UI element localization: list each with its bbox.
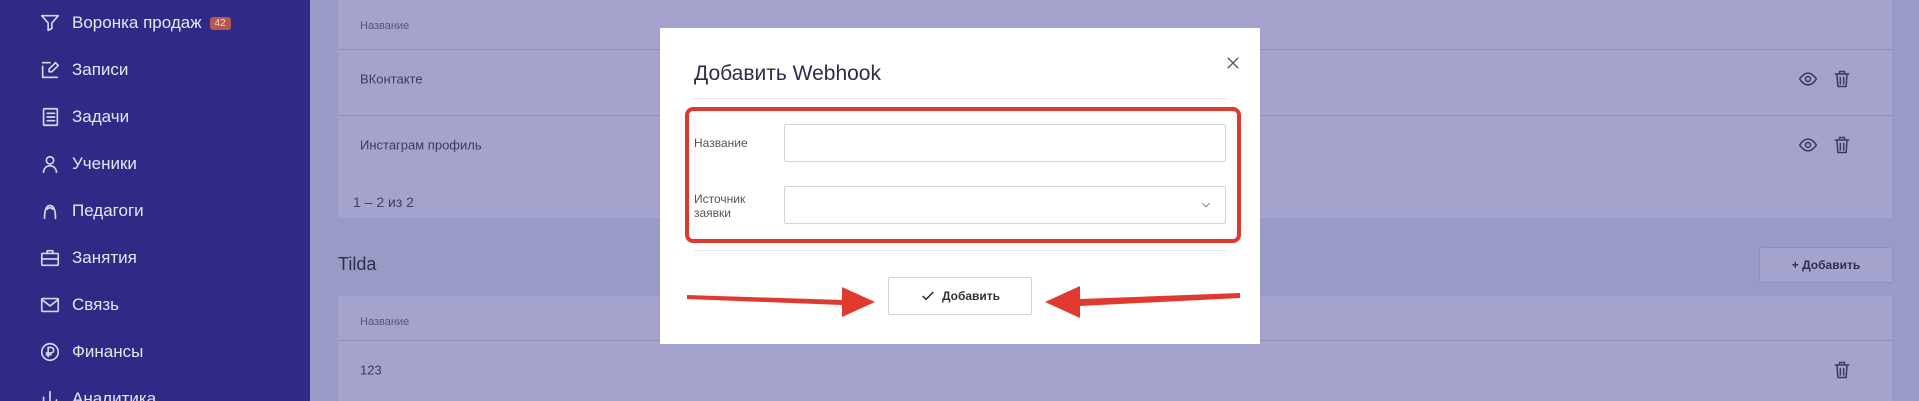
sidebar-item-students[interactable]: Ученики [38, 149, 137, 179]
column-header-name: Название [360, 20, 410, 32]
divider [694, 250, 1226, 251]
sidebar-item-tasks[interactable]: Задачи [38, 102, 129, 132]
sidebar: Воронка продаж 42 Записи Задачи Ученики … [0, 0, 310, 401]
trash-icon[interactable] [1832, 135, 1852, 155]
sidebar-item-records[interactable]: Записи [38, 55, 128, 85]
sidebar-item-teachers[interactable]: Педагоги [38, 196, 144, 226]
arrow-right-annotation [687, 287, 875, 317]
sidebar-item-label: Задачи [72, 107, 130, 126]
row-name: Инстаграм профиль [360, 137, 482, 152]
teacher-icon [38, 199, 62, 223]
mail-icon [38, 293, 62, 317]
trash-icon[interactable] [1832, 69, 1852, 89]
column-header-name: Название [360, 316, 410, 328]
sidebar-item-communication[interactable]: Связь [38, 290, 119, 320]
divider [694, 98, 1226, 99]
sidebar-item-finance[interactable]: Финансы [38, 337, 143, 367]
eye-icon[interactable] [1798, 135, 1818, 155]
tasks-icon [38, 105, 62, 129]
close-button[interactable] [1220, 50, 1246, 76]
section-title: Tilda [338, 254, 377, 274]
check-icon [922, 291, 934, 301]
sidebar-item-label: Занятия [72, 248, 137, 267]
eye-icon[interactable] [1798, 69, 1818, 89]
briefcase-icon [38, 246, 62, 270]
sidebar-item-label: Финансы [72, 342, 144, 361]
sidebar-item-label: Связь [72, 295, 119, 314]
row-name: 123 [360, 362, 382, 377]
sidebar-item-label: Ученики [72, 154, 137, 173]
finance-icon [38, 340, 62, 364]
submit-label: Добавить [941, 289, 1001, 303]
sidebar-item-sales-funnel[interactable]: Воронка продаж 42 [38, 8, 231, 38]
filter-icon [38, 11, 62, 35]
count-badge: 42 [209, 16, 231, 30]
sidebar-item-label: Аналитика [72, 389, 157, 401]
sidebar-item-analytics[interactable]: Аналитика [38, 384, 156, 401]
highlight-box [685, 107, 1241, 243]
sidebar-item-label: Записи [72, 60, 129, 79]
chart-icon [38, 387, 62, 401]
sidebar-item-classes[interactable]: Занятия [38, 243, 137, 273]
trash-icon[interactable] [1832, 360, 1852, 380]
row-name: ВКонтакте [360, 71, 423, 86]
user-icon [38, 152, 62, 176]
add-button[interactable]: + Добавить [1759, 247, 1893, 283]
edit-icon [38, 58, 62, 82]
submit-button[interactable]: Добавить [888, 277, 1032, 315]
pagination-info: 1 – 2 из 2 [353, 194, 414, 210]
arrow-left-annotation [1045, 286, 1240, 318]
modal-title: Добавить Webhook [694, 62, 881, 85]
sidebar-item-label: Педагоги [72, 201, 144, 220]
close-icon [1227, 57, 1239, 69]
table-row[interactable]: 123 [338, 340, 1892, 398]
sidebar-item-label: Воронка продаж [72, 13, 202, 32]
